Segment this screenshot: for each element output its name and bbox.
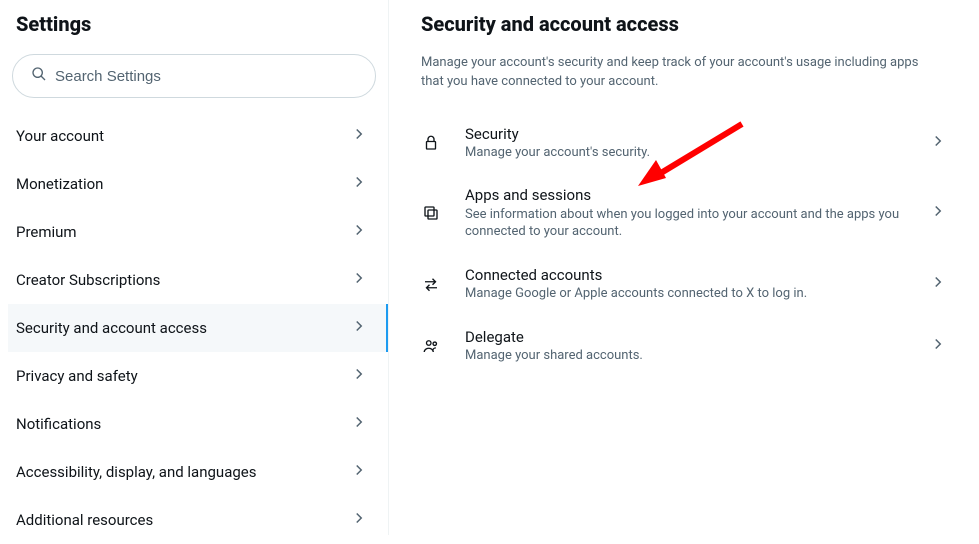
connected-accounts-row[interactable]: Connected accounts Manage Google or Appl…: [421, 253, 961, 315]
chevron-right-icon: [350, 269, 368, 291]
chevron-right-icon: [929, 335, 947, 357]
row-desc: Manage your shared accounts.: [465, 347, 905, 365]
row-desc: Manage Google or Apple accounts connecte…: [465, 285, 905, 303]
sidebar-item-label: Your account: [16, 127, 104, 145]
sidebar-item-label: Monetization: [16, 175, 103, 193]
sidebar-item-security-and-account-access[interactable]: Security and account access: [8, 304, 388, 352]
row-title: Apps and sessions: [465, 185, 905, 205]
sidebar-title: Settings: [8, 8, 380, 54]
row-title: Connected accounts: [465, 265, 905, 285]
chevron-right-icon: [350, 509, 368, 531]
row-desc: Manage your account's security.: [465, 144, 905, 162]
search-container: [8, 54, 380, 112]
chevron-right-icon: [929, 202, 947, 224]
chevron-right-icon: [350, 413, 368, 435]
apps-and-sessions-row[interactable]: Apps and sessions See information about …: [421, 173, 961, 252]
chevron-right-icon: [929, 132, 947, 154]
chevron-right-icon: [350, 125, 368, 147]
chevron-right-icon: [350, 365, 368, 387]
chevron-right-icon: [929, 273, 947, 295]
settings-sidebar: Settings Your account Monetization Premi…: [0, 0, 389, 535]
apps-icon: [421, 203, 441, 223]
chevron-right-icon: [350, 317, 368, 339]
sidebar-item-accessibility[interactable]: Accessibility, display, and languages: [8, 448, 380, 496]
people-icon: [421, 336, 441, 356]
sidebar-item-label: Privacy and safety: [16, 367, 138, 385]
search-icon: [31, 66, 47, 86]
row-desc: See information about when you logged in…: [465, 206, 905, 241]
sidebar-item-privacy-and-safety[interactable]: Privacy and safety: [8, 352, 380, 400]
lock-icon: [421, 133, 441, 153]
row-title: Security: [465, 124, 905, 144]
settings-detail: Security and account access Manage your …: [389, 0, 979, 535]
search-input[interactable]: [55, 68, 357, 85]
sidebar-item-monetization[interactable]: Monetization: [8, 160, 380, 208]
sidebar-item-premium[interactable]: Premium: [8, 208, 380, 256]
chevron-right-icon: [350, 173, 368, 195]
sidebar-item-label: Premium: [16, 223, 77, 241]
sidebar-item-your-account[interactable]: Your account: [8, 112, 380, 160]
sidebar-item-creator-subscriptions[interactable]: Creator Subscriptions: [8, 256, 380, 304]
swap-icon: [421, 274, 441, 294]
page-title: Security and account access: [421, 8, 961, 54]
sidebar-item-label: Accessibility, display, and languages: [16, 463, 256, 481]
sidebar-item-label: Notifications: [16, 415, 101, 433]
row-title: Delegate: [465, 327, 905, 347]
page-subtitle: Manage your account's security and keep …: [421, 54, 941, 112]
sidebar-item-label: Additional resources: [16, 511, 153, 529]
security-row[interactable]: Security Manage your account's security.: [421, 112, 961, 174]
chevron-right-icon: [350, 221, 368, 243]
chevron-right-icon: [350, 461, 368, 483]
delegate-row[interactable]: Delegate Manage your shared accounts.: [421, 315, 961, 377]
sidebar-item-label: Creator Subscriptions: [16, 271, 160, 289]
search-field[interactable]: [12, 54, 376, 98]
sidebar-item-additional-resources[interactable]: Additional resources: [8, 496, 380, 544]
sidebar-item-label: Security and account access: [16, 319, 207, 337]
sidebar-item-notifications[interactable]: Notifications: [8, 400, 380, 448]
